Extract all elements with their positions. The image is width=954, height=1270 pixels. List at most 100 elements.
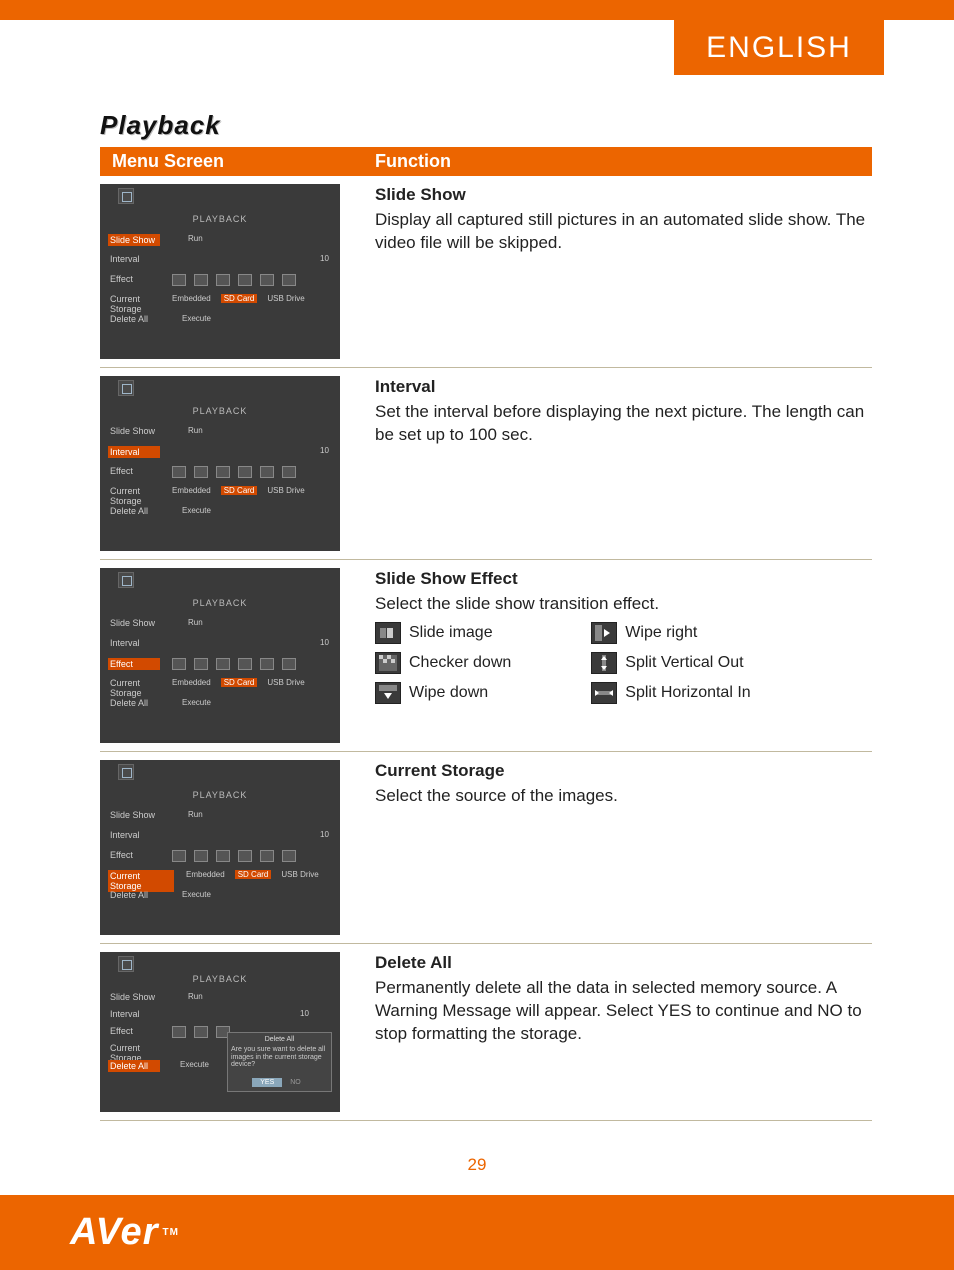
- header-menu-screen: Menu Screen: [100, 151, 375, 172]
- menu-item-storage: Current Storage: [110, 486, 174, 506]
- menu-item-storage: Current Storage: [108, 870, 174, 892]
- playback-menu-storage: PLAYBACK Slide Show Run Interval 10 Effe…: [100, 760, 340, 935]
- split-horizontal-in-icon: [591, 682, 617, 704]
- run-label: Run: [188, 234, 203, 243]
- effect-checker-down: Checker down: [375, 652, 511, 674]
- menu-item-interval: Interval: [110, 254, 162, 264]
- menu-item-slideshow: Slide Show: [110, 426, 162, 436]
- aver-logo: AVer TM: [70, 1211, 179, 1254]
- section-title: Playback: [100, 110, 872, 141]
- table-body: PLAYBACK Slide Show Run Interval 10 Effe…: [100, 176, 872, 1121]
- menu-item-interval: Interval: [110, 638, 162, 648]
- function-title: Delete All: [375, 952, 872, 975]
- logo-tm: TM: [162, 1227, 178, 1238]
- storage-options: Embedded SD Card USB Drive: [172, 294, 305, 303]
- storage-sdcard: SD Card: [221, 486, 258, 495]
- playback-label: PLAYBACK: [100, 406, 340, 416]
- storage-sdcard: SD Card: [221, 678, 258, 687]
- storage-embedded: Embedded: [172, 678, 211, 687]
- storage-embedded: Embedded: [172, 294, 211, 303]
- storage-usb: USB Drive: [281, 870, 318, 879]
- playback-menu-effect: PLAYBACK Slide Show Run Interval 10 Effe…: [100, 568, 340, 743]
- storage-usb: USB Drive: [267, 486, 304, 495]
- function-title: Slide Show Effect: [375, 568, 872, 591]
- menu-screenshot-cell: PLAYBACK Slide Show Run Interval 10 Effe…: [100, 952, 375, 1112]
- effect-split-horizontal-in: Split Horizontal In: [591, 682, 750, 704]
- table-row: PLAYBACK Slide Show Run Interval 10 Effe…: [100, 944, 872, 1121]
- storage-options: Embedded SD Card USB Drive: [172, 486, 305, 495]
- delete-confirm-dialog: Delete All Are you sure want to delete a…: [227, 1032, 332, 1092]
- effect-slide-image: Slide image: [375, 622, 511, 644]
- effect-wipe-down: Wipe down: [375, 682, 511, 704]
- effect-icon-strip: [172, 849, 322, 863]
- page-content: Playback Menu Screen Function PLAYBACK S…: [0, 20, 954, 1121]
- storage-options: Embedded SD Card USB Drive: [172, 678, 305, 687]
- checker-down-icon: [375, 652, 401, 674]
- function-body: Permanently delete all the data in selec…: [375, 977, 872, 1046]
- wipe-right-icon: [591, 622, 617, 644]
- menu-screenshot-cell: PLAYBACK Slide Show Run Interval 10 Effe…: [100, 376, 375, 551]
- storage-sdcard: SD Card: [221, 294, 258, 303]
- menu-screenshot-cell: PLAYBACK Slide Show Run Interval 10 Effe…: [100, 568, 375, 743]
- menu-item-storage: Current Storage: [110, 678, 174, 698]
- effect-split-vertical-out: Split Vertical Out: [591, 652, 750, 674]
- run-label: Run: [188, 992, 203, 1001]
- menu-item-slideshow: Slide Show: [110, 992, 162, 1002]
- wipe-down-icon: [375, 682, 401, 704]
- menu-item-effect: Effect: [110, 466, 162, 476]
- table-row: PLAYBACK Slide Show Run Interval 10 Effe…: [100, 176, 872, 368]
- storage-usb: USB Drive: [267, 678, 304, 687]
- menu-item-slideshow: Slide Show: [110, 810, 162, 820]
- execute-label: Execute: [182, 314, 211, 323]
- effect-icon-strip: [172, 465, 322, 479]
- effect-icon-strip: [172, 1025, 232, 1039]
- interval-value: 10: [320, 446, 329, 455]
- function-title: Slide Show: [375, 184, 872, 207]
- run-label: Run: [188, 618, 203, 627]
- storage-embedded: Embedded: [186, 870, 225, 879]
- menu-item-slideshow: Slide Show: [108, 234, 160, 246]
- playback-menu-deleteall: PLAYBACK Slide Show Run Interval 10 Effe…: [100, 952, 340, 1112]
- menu-item-storage: Current Storage: [110, 294, 174, 314]
- function-body: Display all captured still pictures in a…: [375, 209, 872, 255]
- function-cell: Slide Show Effect Select the slide show …: [375, 568, 872, 743]
- function-cell: Slide Show Display all captured still pi…: [375, 184, 872, 359]
- menu-item-effect: Effect: [110, 850, 162, 860]
- playback-tab-icon: [118, 956, 134, 972]
- effect-wipe-right: Wipe right: [591, 622, 750, 644]
- table-row: PLAYBACK Slide Show Run Interval 10 Effe…: [100, 752, 872, 944]
- interval-value: 10: [320, 254, 329, 263]
- menu-item-deleteall: Delete All: [110, 314, 162, 324]
- playback-label: PLAYBACK: [100, 214, 340, 224]
- function-title: Interval: [375, 376, 872, 399]
- effect-icon-strip: [172, 657, 322, 671]
- menu-item-deleteall: Delete All: [108, 1060, 160, 1072]
- function-cell: Interval Set the interval before display…: [375, 376, 872, 551]
- menu-item-effect: Effect: [110, 274, 162, 284]
- language-tab: ENGLISH: [674, 20, 884, 75]
- function-title: Current Storage: [375, 760, 872, 783]
- function-body: Select the slide show transition effect.: [375, 593, 872, 616]
- playback-tab-icon: [118, 764, 134, 780]
- run-label: Run: [188, 426, 203, 435]
- effect-label: Slide image: [409, 622, 493, 644]
- execute-label: Execute: [182, 698, 211, 707]
- page-number: 29: [0, 1155, 954, 1175]
- header-function: Function: [375, 151, 872, 172]
- menu-item-deleteall: Delete All: [110, 890, 162, 900]
- storage-embedded: Embedded: [172, 486, 211, 495]
- execute-label: Execute: [182, 506, 211, 515]
- dialog-yes-button[interactable]: YES: [252, 1078, 282, 1087]
- interval-value: 10: [320, 638, 329, 647]
- dialog-title: Delete All: [231, 1036, 328, 1043]
- effect-label: Wipe down: [409, 682, 488, 704]
- storage-sdcard: SD Card: [235, 870, 272, 879]
- playback-menu-interval: PLAYBACK Slide Show Run Interval 10 Effe…: [100, 376, 340, 551]
- dialog-no-button[interactable]: NO: [284, 1078, 307, 1087]
- table-row: PLAYBACK Slide Show Run Interval 10 Effe…: [100, 560, 872, 752]
- effect-label: Split Vertical Out: [625, 652, 743, 674]
- menu-item-interval: Interval: [108, 446, 160, 458]
- playback-menu-slideshow: PLAYBACK Slide Show Run Interval 10 Effe…: [100, 184, 340, 359]
- effect-label: Checker down: [409, 652, 511, 674]
- execute-label: Execute: [180, 1060, 209, 1069]
